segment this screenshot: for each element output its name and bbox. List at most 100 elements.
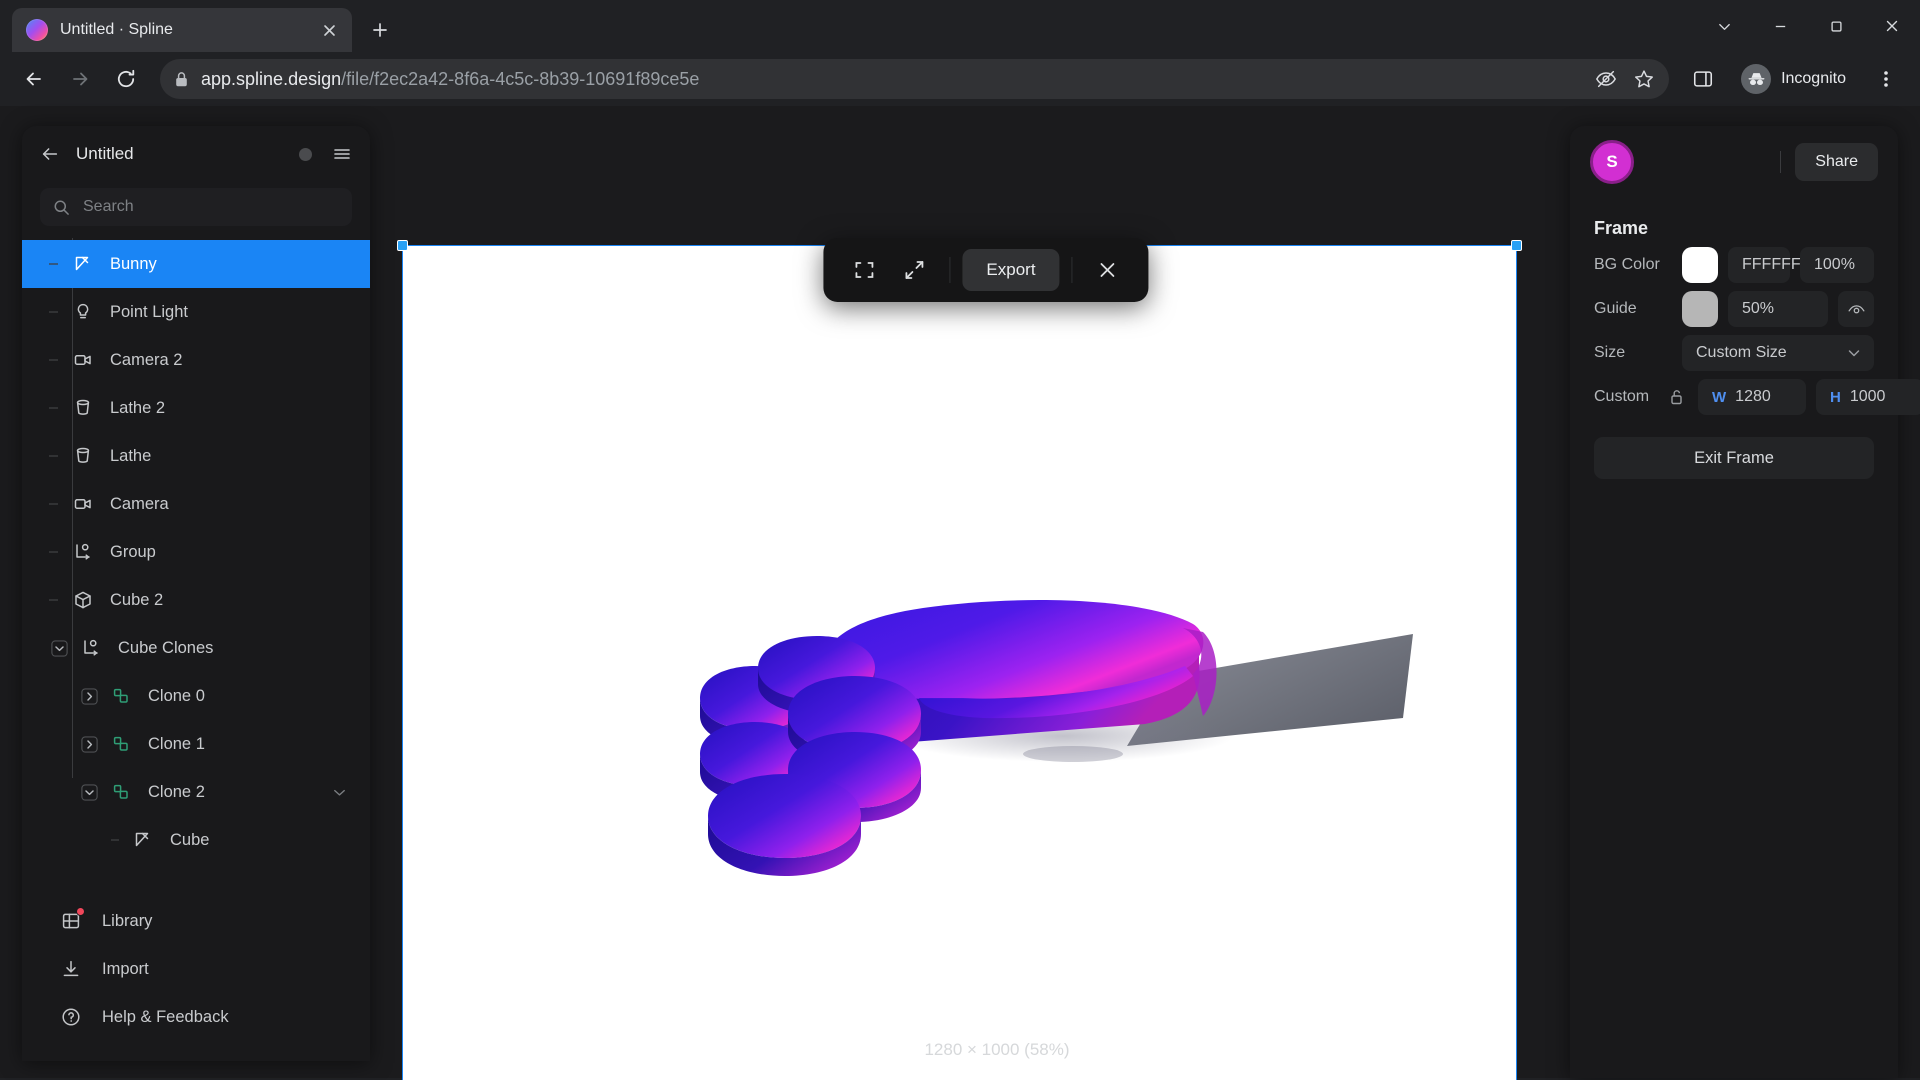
layer-item-clone-2[interactable]: Clone 2 (22, 768, 370, 816)
bg-color-label: BG Color (1594, 256, 1660, 273)
spline-logo-icon (26, 19, 48, 41)
browser-chrome: Untitled · Spline app.spline.design/file… (0, 0, 1920, 106)
clone-icon (106, 781, 136, 803)
footer-item-help-feedback[interactable]: Help & Feedback (22, 993, 370, 1041)
avatar[interactable]: S (1590, 140, 1634, 184)
browser-tab[interactable]: Untitled · Spline (12, 8, 352, 52)
layer-name: Bunny (110, 254, 157, 273)
guide-opacity-input[interactable]: 50% (1728, 291, 1828, 327)
back-arrow-icon[interactable] (40, 144, 60, 164)
chevron-down-icon[interactable] (331, 784, 348, 801)
url-domain: app.spline.design (201, 68, 342, 89)
export-toolbar: Export (823, 238, 1149, 302)
fit-frame-icon[interactable] (841, 247, 887, 293)
size-select-value: Custom Size (1696, 344, 1787, 361)
chevron-right-icon[interactable] (76, 731, 102, 757)
height-value: 1000 (1849, 388, 1886, 405)
frame-height-input[interactable]: H 1000 (1816, 379, 1920, 415)
lock-open-icon[interactable] (1666, 388, 1688, 406)
address-bar[interactable]: app.spline.design/file/f2ec2a42-8f6a-4c5… (160, 59, 1670, 99)
footer-item-library[interactable]: Library (22, 897, 370, 945)
layer-item-lathe-2[interactable]: Lathe 2 (22, 384, 370, 432)
mesh-icon (128, 829, 158, 851)
lock-icon (174, 71, 189, 88)
layer-name: Lathe (110, 446, 152, 465)
project-title[interactable]: Untitled (76, 144, 283, 164)
export-button[interactable]: Export (962, 249, 1060, 291)
layer-name: Group (110, 542, 156, 561)
camera-icon (68, 493, 98, 515)
chevron-right-icon[interactable] (76, 683, 102, 709)
frame-width-input[interactable]: W 1280 (1698, 379, 1806, 415)
search-icon (53, 199, 70, 216)
layer-item-cube-2[interactable]: Cube 2 (22, 576, 370, 624)
reload-icon[interactable] (106, 59, 146, 99)
back-arrow-icon[interactable] (14, 59, 54, 99)
close-tab-icon[interactable] (316, 17, 342, 43)
tree-branch-tick (46, 307, 68, 317)
bg-color-swatch[interactable] (1682, 247, 1718, 283)
layer-item-lathe[interactable]: Lathe (22, 432, 370, 480)
share-button[interactable]: Share (1795, 143, 1878, 181)
custom-label: Custom (1594, 388, 1650, 405)
window-controls (1696, 0, 1920, 52)
resize-handle-top-left[interactable] (397, 240, 408, 251)
tree-branch-tick (46, 403, 68, 413)
three-dot-menu-icon[interactable] (1866, 59, 1906, 99)
bg-color-opacity-input[interactable]: 100% (1800, 247, 1874, 283)
layer-name: Camera 2 (110, 350, 183, 369)
cube-icon (68, 589, 98, 611)
layers-panel: Untitled Search Bunny Point Light Camera 2… (22, 126, 370, 1061)
search-input[interactable]: Search (40, 188, 352, 226)
layer-item-clone-1[interactable]: Clone 1 (22, 720, 370, 768)
clone-icon (106, 685, 136, 707)
notification-badge (76, 907, 85, 916)
chevron-down-icon[interactable] (1696, 0, 1752, 52)
layer-item-cube-clones[interactable]: Cube Clones (22, 624, 370, 672)
design-frame[interactable] (397, 240, 1522, 1080)
custom-size-row: Custom W 1280 H 1000 (1570, 375, 1920, 419)
mesh-icon (68, 253, 98, 275)
minimize-icon[interactable] (1752, 0, 1808, 52)
layer-item-group[interactable]: Group (22, 528, 370, 576)
size-row: Size Custom Size (1570, 331, 1898, 375)
tree-branch-tick (46, 595, 68, 605)
toolbar-divider (949, 257, 951, 283)
eye-slash-icon[interactable] (1595, 68, 1617, 90)
layer-item-camera[interactable]: Camera (22, 480, 370, 528)
layer-item-camera-2[interactable]: Camera 2 (22, 336, 370, 384)
layer-item-cube[interactable]: Cube (22, 816, 370, 864)
canvas-area[interactable]: Export 1280 × 1000 (58%) (370, 106, 1602, 1080)
guide-color-swatch[interactable] (1682, 291, 1718, 327)
close-icon[interactable] (1085, 247, 1131, 293)
panel-section-title: Frame (1594, 218, 1649, 238)
footer-item-import[interactable]: Import (22, 945, 370, 993)
width-value: 1280 (1735, 388, 1771, 405)
layer-item-bunny[interactable]: Bunny (22, 240, 370, 288)
star-icon[interactable] (1633, 68, 1655, 90)
tree-branch-tick (46, 355, 68, 365)
import-icon (60, 958, 82, 980)
incognito-indicator[interactable]: Incognito (1735, 61, 1860, 97)
new-tab-icon[interactable] (362, 12, 398, 48)
maximize-icon[interactable] (1808, 0, 1864, 52)
bg-color-hex-input[interactable]: FFFFFF (1728, 247, 1801, 283)
eye-icon[interactable] (1838, 291, 1874, 327)
exit-frame-button[interactable]: Exit Frame (1594, 437, 1874, 479)
side-panel-icon[interactable] (1683, 59, 1723, 99)
hamburger-menu-icon[interactable] (332, 144, 352, 164)
forward-arrow-icon[interactable] (60, 59, 100, 99)
close-window-icon[interactable] (1864, 0, 1920, 52)
chevron-down-icon[interactable] (46, 635, 72, 661)
layer-item-clone-0[interactable]: Clone 0 (22, 672, 370, 720)
layer-list[interactable]: Bunny Point Light Camera 2 Lathe 2 Lathe Came… (22, 238, 370, 889)
resize-handle-top-right[interactable] (1511, 240, 1522, 251)
chevron-down-icon[interactable] (76, 779, 102, 805)
expand-arrows-icon[interactable] (891, 247, 937, 293)
url-text: app.spline.design/file/f2ec2a42-8f6a-4c5… (201, 69, 699, 90)
library-icon (60, 907, 85, 932)
lathe-icon (68, 445, 98, 467)
layer-item-point-light[interactable]: Point Light (22, 288, 370, 336)
size-select[interactable]: Custom Size (1682, 335, 1874, 371)
search-wrapper: Search (22, 182, 370, 238)
